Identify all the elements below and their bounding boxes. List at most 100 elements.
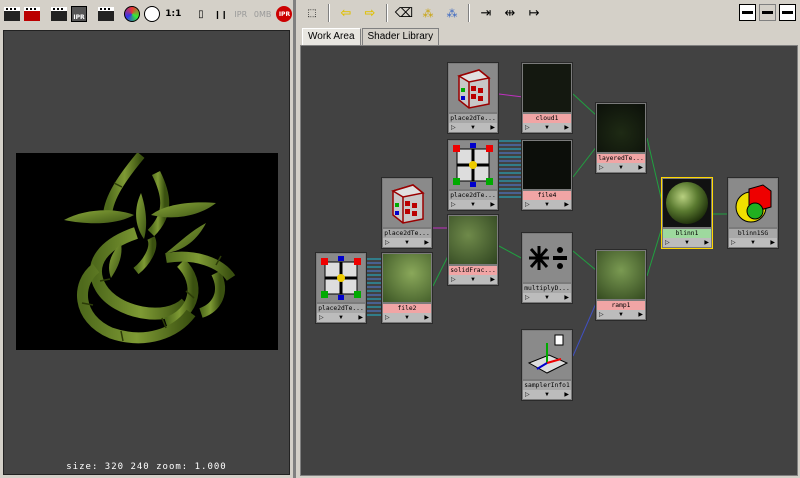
node-solidfractal[interactable]: solidFrac... ▷ ▼ ▶: [447, 214, 499, 286]
node-label: multiplyD...: [523, 284, 571, 293]
cloud1-swatch: [523, 64, 571, 112]
hypershade-toolbar: ⬚ ⇦ ⇨ ⌫ ⁂ ⁂ ⇥ ⇹ ↦: [296, 0, 800, 26]
layout-buttons: [739, 4, 796, 21]
shading-group-icon: [729, 179, 777, 227]
work-area-canvas[interactable]: place2dTe... ▷ ▼ ▶ cloud1 ▷ ▼ ▶ layeredTe...…: [300, 45, 798, 476]
rearrange-graph-icon[interactable]: ⁂: [418, 3, 438, 23]
real-size-button[interactable]: 1:1: [164, 5, 183, 23]
node-label: cloud1: [523, 114, 571, 123]
node-samplerinfo1[interactable]: samplerInfo1 ▷ ▼ ▶: [521, 329, 573, 401]
multiply-divide-icon: [523, 234, 571, 282]
solidfractal-swatch: [449, 216, 497, 264]
node-label: place2dTe...: [449, 191, 497, 200]
node-ports[interactable]: ▷ ▼ ▶: [383, 238, 431, 247]
node-ports[interactable]: ▷ ▼ ▶: [729, 238, 777, 247]
node-ports[interactable]: ▷ ▼ ▶: [597, 310, 645, 319]
alpha-channel-icon[interactable]: [144, 5, 161, 23]
connection-bundle-place-file4: [499, 140, 523, 198]
blinn1-swatch: [663, 179, 711, 227]
render-status-text: size: 320 240 zoom: 1.000: [66, 462, 227, 472]
node-ports[interactable]: ▷ ▼ ▶: [663, 238, 711, 247]
node-label: file4: [523, 191, 571, 200]
connection-solidfrac-multiply: [498, 245, 524, 260]
node-ports[interactable]: ▷ ▼ ▶: [597, 163, 645, 172]
forward-arrow-icon[interactable]: ⇨: [360, 3, 380, 23]
node-ports[interactable]: ▷ ▼ ▶: [383, 313, 431, 322]
connection-sampler-ramp1: [572, 300, 598, 357]
node-label: file2: [383, 304, 431, 313]
node-place2dtexture-mid[interactable]: place2dTe... ▷ ▼ ▶: [447, 139, 499, 211]
redo-render-clapper-icon[interactable]: [24, 5, 41, 23]
back-arrow-icon[interactable]: ⇦: [336, 3, 356, 23]
node-blinn1[interactable]: blinn1 ▷ ▼ ▶: [661, 177, 713, 249]
keep-image-icon[interactable]: ▯: [192, 5, 209, 23]
pause-icon[interactable]: ❙❙: [212, 5, 229, 23]
node-ports[interactable]: ▷ ▼ ▶: [449, 275, 497, 284]
render-region-clapper-icon[interactable]: [97, 5, 114, 23]
sampler-info-icon: [523, 331, 571, 379]
node-label: place2dTe...: [317, 304, 365, 313]
rendered-plant-image: [64, 153, 236, 344]
eraser-icon[interactable]: ⌫: [394, 3, 414, 23]
node-ports[interactable]: ▷ ▼ ▶: [523, 200, 571, 209]
rgb-channel-icon[interactable]: [124, 5, 141, 23]
node-file4[interactable]: file4 ▷ ▼ ▶: [521, 139, 573, 211]
ipr-refresh-icon: IPR: [276, 6, 293, 22]
hypershade-tabs: Work Area Shader Library: [302, 28, 440, 46]
rendered-image: [16, 153, 278, 350]
layout-work-area-icon[interactable]: [779, 4, 796, 21]
tab-work-area[interactable]: Work Area: [302, 28, 361, 46]
node-label: blinn1: [663, 229, 711, 238]
hypershade-panel: ⬚ ⇦ ⇨ ⌫ ⁂ ⁂ ⇥ ⇹ ↦ Work Area Shader Libra…: [296, 0, 800, 478]
place2d-icon: [317, 254, 365, 302]
connection-place-cloud1: [498, 93, 524, 98]
node-place2dtexture-left[interactable]: place2dTe... ▷ ▼ ▶: [381, 177, 433, 249]
render-viewport[interactable]: size: 320 240 zoom: 1.000: [3, 30, 290, 475]
memory-label: 0MB: [253, 9, 272, 19]
node-place2dtexture-top[interactable]: place2dTe... ▷ ▼ ▶: [447, 62, 499, 134]
layout-bottom-icon[interactable]: [759, 4, 776, 21]
node-file2[interactable]: file2 ▷ ▼ ▶: [381, 252, 433, 324]
render-clapper-icon[interactable]: [4, 5, 21, 23]
node-label: solidFrac...: [449, 266, 497, 275]
node-label: ramp1: [597, 301, 645, 310]
show-input-connections-icon[interactable]: ⇥: [476, 3, 496, 23]
node-multiplydivide[interactable]: multiplyD... ▷ ▼ ▶: [521, 232, 573, 304]
node-label: place2dTe...: [449, 114, 497, 123]
node-ports[interactable]: ▷ ▼ ▶: [449, 200, 497, 209]
connection-file4-layered: [572, 145, 598, 178]
connection-cloud1-layered: [572, 93, 598, 117]
node-place2dtexture-low[interactable]: place2dTe... ▷ ▼ ▶: [315, 252, 367, 324]
node-label: samplerInfo1: [523, 381, 571, 390]
node-ports[interactable]: ▷ ▼ ▶: [523, 390, 571, 399]
node-layeredtexture[interactable]: layeredTe... ▷ ▼ ▶: [595, 102, 647, 174]
node-label: place2dTe...: [383, 229, 431, 238]
connection-multiply-ramp1: [572, 250, 598, 272]
file4-swatch: [523, 141, 571, 189]
ipr-render-icon[interactable]: IPR: [71, 5, 88, 23]
ipr-refresh-button[interactable]: IPR: [276, 5, 293, 23]
show-input-output-icon[interactable]: ⇹: [500, 3, 520, 23]
render-toolbar: IPR 1:1 ▯ ❙❙ IPR 0MB IPR: [0, 0, 293, 28]
node-ports[interactable]: ▷ ▼ ▶: [523, 123, 571, 132]
render-view-panel: IPR 1:1 ▯ ❙❙ IPR 0MB IPR size: 320 240 z…: [0, 0, 293, 478]
place3d-icon: [383, 179, 431, 227]
file2-swatch: [383, 254, 431, 302]
node-blinn1sg[interactable]: blinn1SG ▷ ▼ ▶: [727, 177, 779, 249]
graph-materials-icon[interactable]: ⁂: [442, 3, 462, 23]
layered-swatch: [597, 104, 645, 152]
node-ramp1[interactable]: ramp1 ▷ ▼ ▶: [595, 249, 647, 321]
node-label: blinn1SG: [729, 229, 777, 238]
tab-shader-library[interactable]: Shader Library: [361, 28, 440, 45]
layout-top-icon[interactable]: [739, 4, 756, 21]
node-cloud1[interactable]: cloud1 ▷ ▼ ▶: [521, 62, 573, 134]
show-output-connections-icon[interactable]: ↦: [524, 3, 544, 23]
ipr-clapper-icon[interactable]: [51, 5, 68, 23]
node-ports[interactable]: ▷ ▼ ▶: [317, 313, 365, 322]
ipr-disabled-label: IPR: [234, 9, 248, 19]
node-ports[interactable]: ▷ ▼ ▶: [449, 123, 497, 132]
input-output-icon[interactable]: ⬚: [302, 3, 322, 23]
place3d-icon: [449, 64, 497, 112]
node-ports[interactable]: ▷ ▼ ▶: [523, 293, 571, 302]
place2d-icon: [449, 141, 497, 189]
